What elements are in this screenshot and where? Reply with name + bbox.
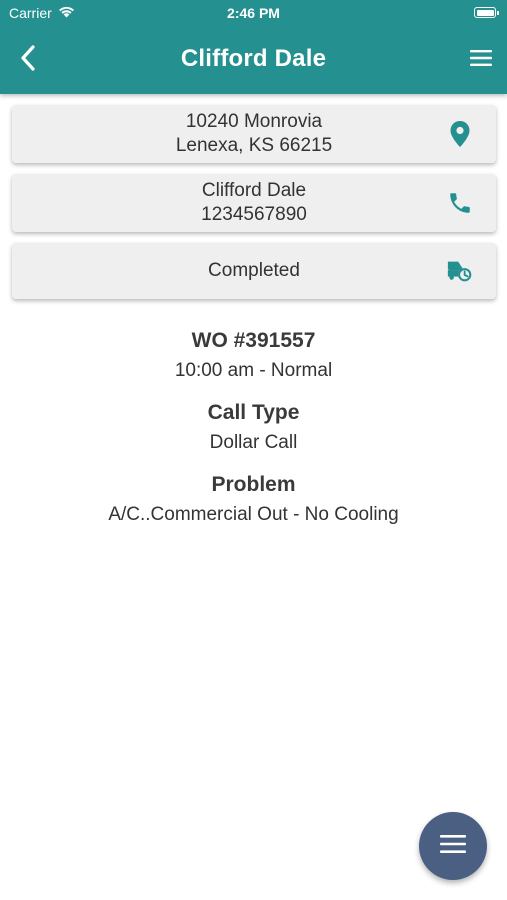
call-type-value: Dollar Call [209, 432, 298, 453]
contact-name: Clifford Dale [201, 180, 307, 201]
page-title: Clifford Dale [180, 45, 327, 72]
contact-card[interactable]: Clifford Dale 1234567890 [12, 174, 496, 232]
work-order-schedule: 10:00 am - Normal [174, 360, 333, 381]
floating-menu-button[interactable] [419, 812, 487, 880]
app-header: Carrier 2:46 PM Clifford Dale [0, 0, 507, 94]
status-card[interactable]: Completed [12, 243, 496, 299]
address-card[interactable]: 10240 Monrovia Lenexa, KS 66215 [12, 105, 496, 163]
problem-heading: Problem [211, 473, 296, 496]
problem-value: A/C..Commercial Out - No Cooling [108, 504, 399, 525]
contact-phone: 1234567890 [201, 204, 307, 225]
chevron-left-icon [20, 44, 36, 76]
phone-icon [446, 189, 474, 217]
back-button[interactable] [12, 44, 44, 76]
location-pin-icon [446, 120, 474, 148]
navigation-bar: Clifford Dale [0, 28, 507, 94]
status-time: 2:46 PM [227, 5, 280, 21]
battery-icon [474, 7, 499, 18]
address-line-1: 10240 Monrovia [185, 111, 323, 132]
work-order-screen: Carrier 2:46 PM Clifford Dale 10240 Monr… [0, 0, 507, 900]
hamburger-menu-icon [469, 49, 493, 72]
address-line-2: Lenexa, KS 66215 [175, 135, 333, 156]
call-type-heading: Call Type [207, 401, 300, 424]
menu-button[interactable] [465, 44, 497, 76]
truck-clock-icon [446, 257, 474, 285]
work-order-number: WO #391557 [191, 329, 316, 352]
status-bar: Carrier 2:46 PM [0, 0, 507, 28]
status-label: Completed [208, 260, 300, 281]
hamburger-menu-icon [439, 834, 467, 859]
